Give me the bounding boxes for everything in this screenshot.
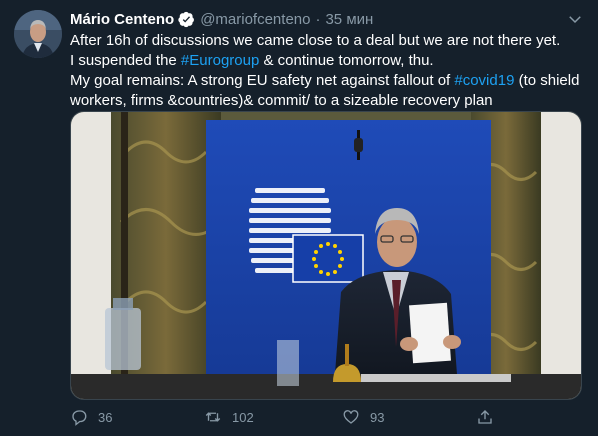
like-button[interactable]: 93 xyxy=(342,405,384,429)
tweet-line: workers, firms &countries)& commit/ to a… xyxy=(70,92,493,109)
like-count: 93 xyxy=(370,409,385,425)
share-button[interactable] xyxy=(476,405,504,429)
verified-badge-icon xyxy=(178,11,195,28)
hashtag-link[interactable]: #covid19 xyxy=(454,72,514,89)
author-name[interactable]: Mário Centeno xyxy=(70,11,174,28)
hashtag-link[interactable]: #Eurogroup xyxy=(181,52,259,69)
like-icon xyxy=(343,410,359,424)
reply-icon xyxy=(72,410,87,426)
reply-count: 36 xyxy=(98,409,113,425)
retweet-count: 102 xyxy=(232,409,254,425)
chevron-down-icon[interactable] xyxy=(566,10,584,28)
reply-button[interactable]: 36 xyxy=(70,405,112,429)
tweet-text-part: My goal remains: A strong EU safety net … xyxy=(70,72,455,89)
retweet-button[interactable]: 102 xyxy=(204,405,254,429)
tweet-photo[interactable] xyxy=(70,111,582,400)
tweet-text-part: & continue tomorrow, thu. xyxy=(259,52,434,69)
tweet-header: Mário Centeno @mariofcenteno · 35 мин xyxy=(70,9,373,29)
avatar[interactable] xyxy=(14,10,62,58)
retweet-icon xyxy=(205,412,221,422)
separator-dot: · xyxy=(315,10,321,28)
tweet-line: I suspended the #Eurogroup & continue to… xyxy=(70,51,580,71)
tweet: Mário Centeno @mariofcenteno · 35 мин Af… xyxy=(0,0,598,436)
tweet-text-part: I suspended the xyxy=(70,52,181,69)
share-icon xyxy=(478,410,492,424)
author-handle[interactable]: @mariofcenteno xyxy=(200,11,310,28)
tweet-text: After 16h of discussions we came close t… xyxy=(70,31,580,111)
tweet-timestamp[interactable]: 35 мин xyxy=(325,11,373,28)
tweet-actions: 36 102 93 xyxy=(70,405,582,429)
tweet-line: After 16h of discussions we came close t… xyxy=(70,32,561,49)
tweet-line: My goal remains: A strong EU safety net … xyxy=(70,71,580,91)
tweet-text-part: (to shield xyxy=(514,72,580,89)
